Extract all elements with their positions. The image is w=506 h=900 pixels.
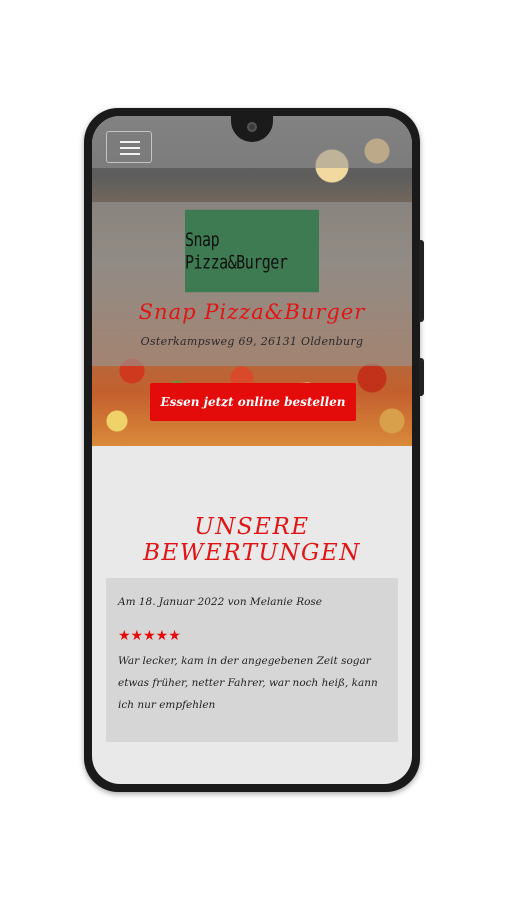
hamburger-menu-icon[interactable] xyxy=(106,131,152,163)
power-button xyxy=(419,240,424,322)
front-camera-icon xyxy=(247,122,257,132)
restaurant-logo: Snap Pizza&Burger xyxy=(185,209,319,293)
star-rating-icon: ★★★★★ xyxy=(118,628,181,644)
review-card: Am 18. Januar 2022 von Melanie Rose ★★★★… xyxy=(106,578,398,742)
reviews-section-title: UNSERE BEWERTUNGEN xyxy=(143,514,361,566)
restaurant-address: Osterkampsweg 69, 26131 Oldenburg xyxy=(140,335,364,348)
app-screen: Snap Pizza&Burger Snap Pizza&Burger Oste… xyxy=(92,116,412,784)
volume-button xyxy=(419,358,424,396)
review-text: War lecker, kam in der angegebenen Zeit … xyxy=(118,655,378,711)
phone-frame: Snap Pizza&Burger Snap Pizza&Burger Oste… xyxy=(84,108,424,792)
review-meta: Am 18. Januar 2022 von Melanie Rose xyxy=(118,596,323,608)
restaurant-title: Snap Pizza&Burger xyxy=(138,300,366,324)
order-online-button[interactable]: Essen jetzt online bestellen xyxy=(150,383,356,421)
